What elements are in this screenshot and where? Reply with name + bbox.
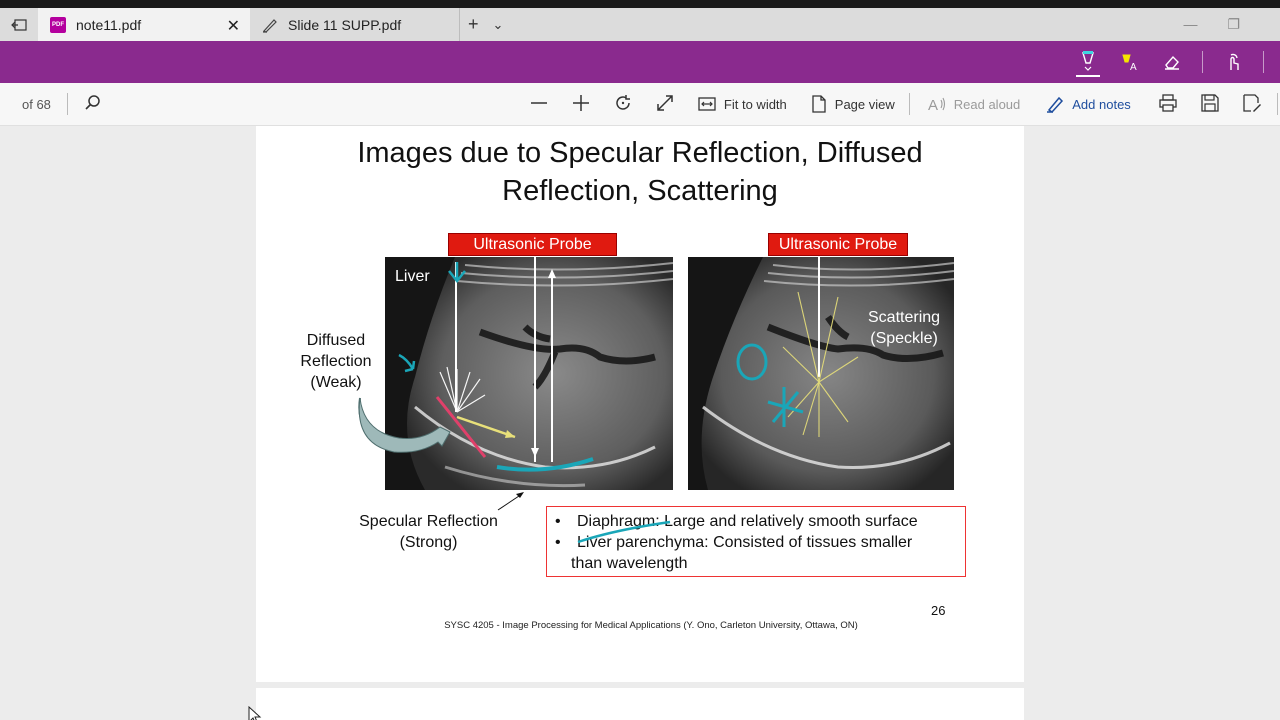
new-tab-icon[interactable]: + xyxy=(468,14,479,35)
toolbar-divider xyxy=(1263,51,1264,73)
print-icon[interactable] xyxy=(1159,93,1177,115)
slide-title-line: Reflection, Scattering xyxy=(502,175,778,207)
ink-pen-icon xyxy=(262,17,278,33)
tab-list-button[interactable] xyxy=(0,8,38,41)
slide-title: Images due to Specular Reflection, Diffu… xyxy=(256,134,1024,210)
tab-slide11-supp[interactable]: Slide 11 SUPP.pdf xyxy=(250,8,460,41)
toolbar-divider xyxy=(66,93,68,115)
save-as-icon[interactable] xyxy=(1243,93,1261,115)
slide-title-line: Images due to Specular Reflection, Diffu… xyxy=(357,137,923,169)
mouse-pointer-icon xyxy=(248,706,262,720)
bullet-text-continued: than wavelength xyxy=(571,555,688,572)
draw-pen-tool[interactable] xyxy=(1076,47,1100,77)
caption-line: (Weak) xyxy=(310,374,362,391)
full-screen-icon[interactable] xyxy=(656,94,674,115)
rotate-icon[interactable] xyxy=(614,94,632,115)
tab-label: note11.pdf xyxy=(76,16,142,33)
toolbar-divider xyxy=(1202,51,1203,73)
probe-label-left: Ultrasonic Probe xyxy=(448,233,617,256)
pdf-icon: PDF xyxy=(50,16,66,33)
slide-footer: SYSC 4205 - Image Processing for Medical… xyxy=(444,620,858,631)
pdf-toolbar: of 68 Fit to width Page view A Read alou… xyxy=(0,83,1280,126)
fit-width-icon xyxy=(698,97,716,111)
pointer-arrow-graphic xyxy=(497,492,524,511)
save-icon[interactable] xyxy=(1201,93,1219,115)
toolbar-divider xyxy=(908,93,910,115)
curved-arrow-graphic xyxy=(358,397,451,453)
zoom-out-icon[interactable] xyxy=(530,94,548,115)
caption-line: Reflection xyxy=(300,353,372,370)
tab-label: Slide 11 SUPP.pdf xyxy=(288,16,402,33)
search-icon[interactable] xyxy=(84,94,102,115)
page-count: of 68 xyxy=(22,96,51,112)
ink-toolbar: A xyxy=(0,41,1280,83)
chevron-down-icon[interactable]: ⌄ xyxy=(493,17,504,33)
close-icon[interactable]: ✕ xyxy=(227,16,240,36)
svg-text:A: A xyxy=(1130,62,1137,72)
caption-line: (Strong) xyxy=(399,534,458,551)
touch-writing-tool[interactable] xyxy=(1221,47,1245,77)
caption-line: Diffused xyxy=(306,332,366,349)
read-aloud-button[interactable]: A Read aloud xyxy=(928,96,1021,113)
pen-icon xyxy=(1082,51,1094,71)
toolbar-divider xyxy=(1276,93,1278,115)
probe-label-right: Ultrasonic Probe xyxy=(768,233,908,256)
read-aloud-icon: A xyxy=(928,97,945,112)
page-view-label: Page view xyxy=(834,96,895,112)
zoom-in-icon[interactable] xyxy=(572,94,590,115)
slide-page-number: 26 xyxy=(931,603,946,618)
ink-pen-icon xyxy=(1047,96,1064,113)
ink-underline-annotation xyxy=(577,520,671,544)
restore-icon[interactable]: ❐ xyxy=(1227,16,1240,33)
pdf-page: Images due to Specular Reflection, Diffu… xyxy=(256,126,1024,682)
highlight-tool[interactable]: A xyxy=(1118,47,1142,77)
tab-bar: PDF note11.pdf ✕ Slide 11 SUPP.pdf + ⌄ —… xyxy=(0,8,1280,41)
svg-text:A: A xyxy=(928,97,938,112)
erase-tool[interactable] xyxy=(1160,47,1184,77)
set-tabs-aside-icon xyxy=(11,18,27,31)
touch-hand-icon xyxy=(1230,53,1239,70)
highlighter-icon: A xyxy=(1122,54,1137,72)
tab-note11[interactable]: PDF note11.pdf ✕ xyxy=(38,8,250,41)
add-notes-button[interactable]: Add notes xyxy=(1046,95,1131,113)
caption-line: Specular Reflection xyxy=(359,513,498,530)
pdf-page-next xyxy=(256,688,1024,720)
read-aloud-label: Read aloud xyxy=(953,96,1021,112)
document-area[interactable]: Images due to Specular Reflection, Diffu… xyxy=(0,126,1280,720)
ultrasound-image-right: Scattering (Speckle) xyxy=(688,257,954,490)
diffused-reflection-caption: Diffused Reflection (Weak) xyxy=(293,330,379,393)
eraser-icon xyxy=(1165,55,1179,70)
fit-to-width-label: Fit to width xyxy=(723,96,787,112)
scattering-label: Scattering (Speckle) xyxy=(868,307,940,349)
liver-label: Liver xyxy=(395,268,430,285)
add-notes-label: Add notes xyxy=(1072,96,1131,112)
scattering-line: (Speckle) xyxy=(870,330,938,347)
window-title-strip xyxy=(0,0,1280,8)
page-view-button[interactable]: Page view xyxy=(811,95,895,113)
scattering-line: Scattering xyxy=(868,309,941,326)
fit-to-width-button[interactable]: Fit to width xyxy=(698,97,787,112)
minimize-icon[interactable]: — xyxy=(1183,16,1197,33)
specular-reflection-caption: Specular Reflection (Strong) xyxy=(346,511,511,553)
page-view-icon xyxy=(812,95,826,113)
